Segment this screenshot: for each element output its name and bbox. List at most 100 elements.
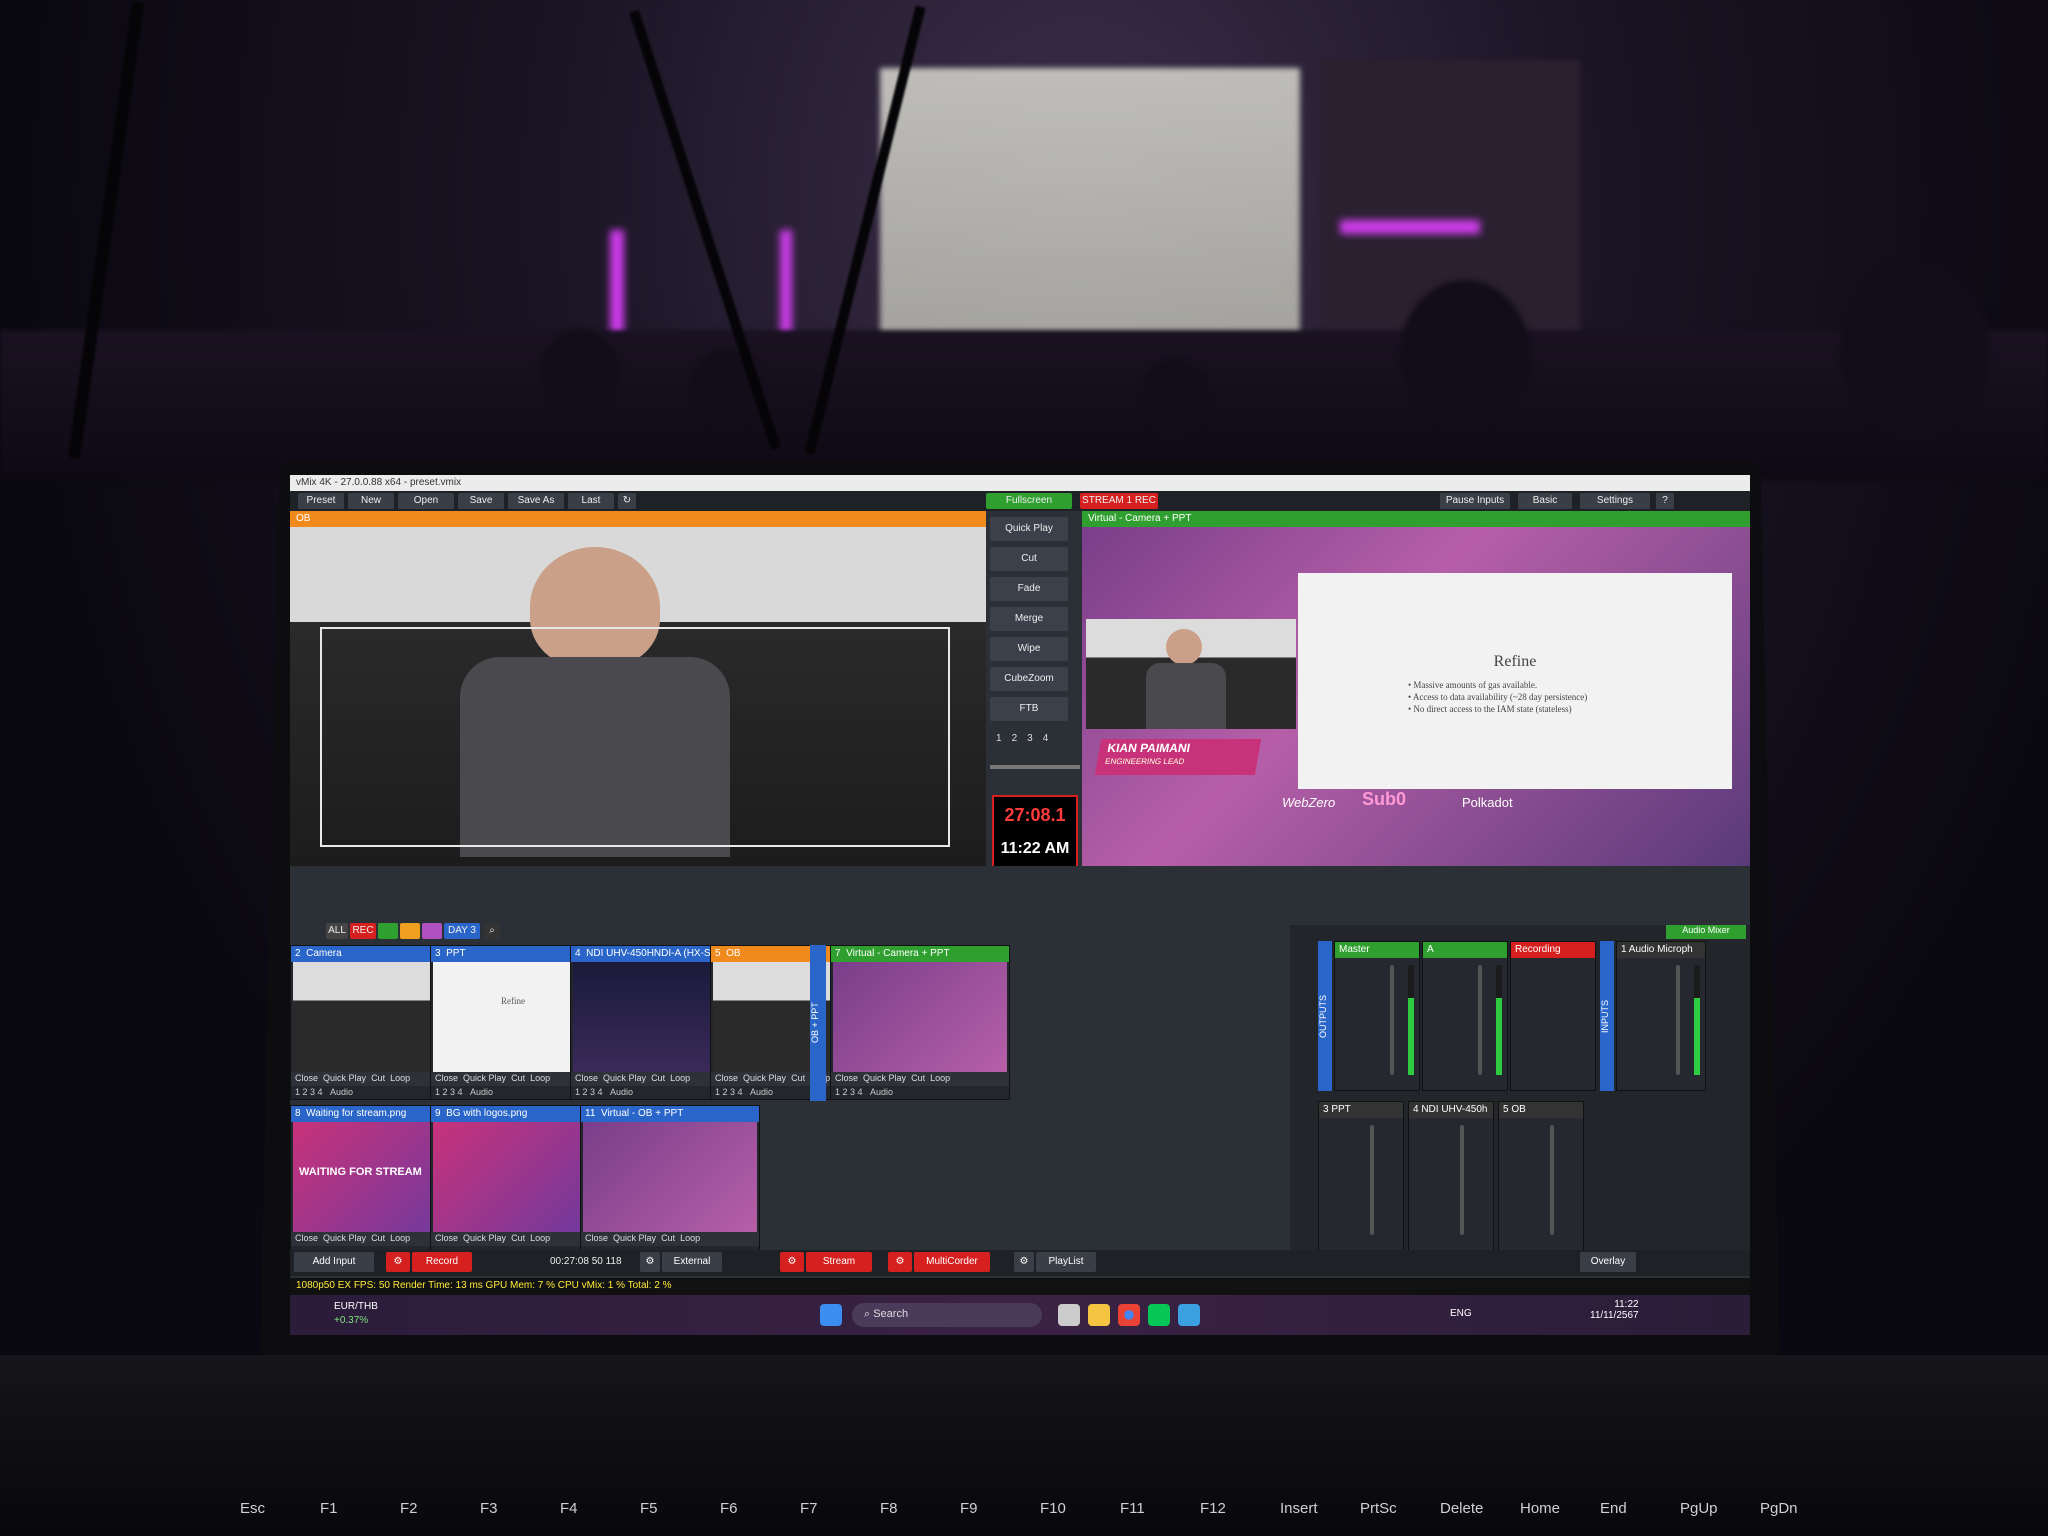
fullscreen-button[interactable]: Fullscreen (986, 493, 1072, 509)
ppt-audio-channel[interactable]: 3 PPT (1318, 1101, 1404, 1251)
cut-button[interactable]: Cut (661, 1233, 675, 1243)
loop-button[interactable]: Loop (670, 1073, 690, 1083)
mic-channel[interactable]: 1 Audio Microph (1616, 941, 1706, 1091)
external-gear-icon[interactable]: ⚙ (640, 1252, 660, 1272)
key-delete[interactable]: Delete (1440, 1500, 1483, 1517)
cut-button[interactable]: Cut (791, 1073, 805, 1083)
input-tile-11[interactable]: 11 Virtual - OB + PPT Close Quick Play Cu… (580, 1105, 760, 1260)
open-button[interactable]: Open (398, 493, 454, 509)
key-f7[interactable]: F7 (800, 1500, 818, 1517)
loop-button[interactable]: Loop (530, 1073, 550, 1083)
preset-button[interactable]: Preset (298, 493, 344, 509)
transition-merge[interactable]: Merge (990, 607, 1068, 631)
quick-play-button[interactable]: Quick Play (463, 1233, 506, 1243)
key-pgup[interactable]: PgUp (1680, 1500, 1718, 1517)
filter-rec[interactable]: REC (350, 923, 376, 939)
task-view-icon[interactable] (1058, 1304, 1080, 1326)
key-end[interactable]: End (1600, 1500, 1627, 1517)
bus-a-fader[interactable] (1478, 965, 1482, 1075)
new-button[interactable]: New (348, 493, 394, 509)
overlay-button[interactable]: Overlay (1580, 1252, 1636, 1272)
transition-numbers[interactable]: 1234 (990, 733, 1070, 749)
filter-orange[interactable] (400, 923, 420, 939)
output-panel[interactable]: Virtual - Camera + PPT Refine • Massive … (1082, 511, 1750, 866)
close-button[interactable]: Close (585, 1233, 608, 1243)
ndi-audio-channel[interactable]: 4 NDI UHV-450h (1408, 1101, 1494, 1251)
filter-purple[interactable] (422, 923, 442, 939)
key-prtsc[interactable]: PrtSc (1360, 1500, 1397, 1517)
settings-button[interactable]: Settings (1580, 493, 1650, 509)
close-button[interactable]: Close (295, 1233, 318, 1243)
preview-panel[interactable]: OB (290, 511, 986, 866)
ndi-fader[interactable] (1460, 1125, 1464, 1235)
close-button[interactable]: Close (435, 1233, 458, 1243)
external-button[interactable]: External (662, 1252, 722, 1272)
quick-play-button[interactable]: Quick Play (613, 1233, 656, 1243)
key-f2[interactable]: F2 (400, 1500, 418, 1517)
stream-rec-indicator[interactable]: STREAM 1 REC (1080, 493, 1158, 509)
t-bar[interactable] (990, 765, 1080, 769)
help-button[interactable]: ? (1656, 493, 1674, 509)
quick-play-button[interactable]: Quick Play (463, 1073, 506, 1083)
filter-green[interactable] (378, 923, 398, 939)
key-f6[interactable]: F6 (720, 1500, 738, 1517)
key-f11[interactable]: F11 (1120, 1500, 1145, 1517)
cut-button[interactable]: Cut (651, 1073, 665, 1083)
pause-inputs-button[interactable]: Pause Inputs (1440, 493, 1510, 509)
ppt-fader[interactable] (1370, 1125, 1374, 1235)
save-as-button[interactable]: Save As (508, 493, 564, 509)
ob-audio-channel[interactable]: 5 OB (1498, 1101, 1584, 1251)
cut-button[interactable]: Cut (511, 1073, 525, 1083)
save-button[interactable]: Save (458, 493, 504, 509)
key-f8[interactable]: F8 (880, 1500, 898, 1517)
windows-start-icon[interactable] (820, 1304, 842, 1326)
last-button[interactable]: Last (568, 493, 614, 509)
key-pgdn[interactable]: PgDn (1760, 1500, 1798, 1517)
chrome-icon[interactable] (1118, 1304, 1140, 1326)
record-settings-gear-icon[interactable]: ⚙ (386, 1252, 410, 1272)
loop-button[interactable]: Loop (390, 1073, 410, 1083)
audio-button[interactable]: Audio (470, 1087, 493, 1097)
search-icon[interactable]: ⌕ (484, 923, 500, 939)
loop-button[interactable]: Loop (930, 1073, 950, 1083)
cut-button[interactable]: Cut (911, 1073, 925, 1083)
recording-channel[interactable]: Recording (1510, 941, 1596, 1091)
quick-play-button[interactable]: Quick Play (743, 1073, 786, 1083)
filter-day3[interactable]: DAY 3 (444, 923, 480, 939)
audio-button[interactable]: Audio (870, 1087, 893, 1097)
line-app-icon[interactable] (1148, 1304, 1170, 1326)
transition-ftb[interactable]: FTB (990, 697, 1068, 721)
mic-fader[interactable] (1676, 965, 1680, 1075)
close-button[interactable]: Close (295, 1073, 318, 1083)
playlist-gear-icon[interactable]: ⚙ (1014, 1252, 1034, 1272)
cut-button[interactable]: Cut (371, 1233, 385, 1243)
loop-button[interactable]: Loop (680, 1233, 700, 1243)
input-thumbnail[interactable] (583, 1122, 757, 1232)
multicorder-gear-icon[interactable]: ⚙ (888, 1252, 912, 1272)
close-button[interactable]: Close (435, 1073, 458, 1083)
transition-wipe[interactable]: Wipe (990, 637, 1068, 661)
file-explorer-icon[interactable] (1088, 1304, 1110, 1326)
close-button[interactable]: Close (715, 1073, 738, 1083)
key-f4[interactable]: F4 (560, 1500, 578, 1517)
taskbar-search[interactable]: ⌕ Search (852, 1303, 1042, 1327)
overlay-buttons[interactable]: 1 2 3 4 (575, 1087, 603, 1097)
key-f5[interactable]: F5 (640, 1500, 658, 1517)
close-button[interactable]: Close (575, 1073, 598, 1083)
language-indicator[interactable]: ENG (1450, 1308, 1472, 1319)
ticker-symbol[interactable]: EUR/THB (334, 1301, 378, 1312)
close-button[interactable]: Close (835, 1073, 858, 1083)
quick-play-button[interactable]: Quick Play (863, 1073, 906, 1083)
input-thumbnail[interactable] (833, 962, 1007, 1072)
master-fader[interactable] (1390, 965, 1394, 1075)
overlay-buttons[interactable]: 1 2 3 4 (435, 1087, 463, 1097)
transition-fade[interactable]: Fade (990, 577, 1068, 601)
stream-gear-icon[interactable]: ⚙ (780, 1252, 804, 1272)
overlay-buttons[interactable]: 1 2 3 4 (835, 1087, 863, 1097)
playlist-button[interactable]: PlayList (1036, 1252, 1096, 1272)
basic-button[interactable]: Basic (1518, 493, 1572, 509)
transition-cubezoom[interactable]: CubeZoom (990, 667, 1068, 691)
ob-fader[interactable] (1550, 1125, 1554, 1235)
key-f1[interactable]: F1 (320, 1500, 338, 1517)
filter-all[interactable]: ALL (326, 923, 348, 939)
